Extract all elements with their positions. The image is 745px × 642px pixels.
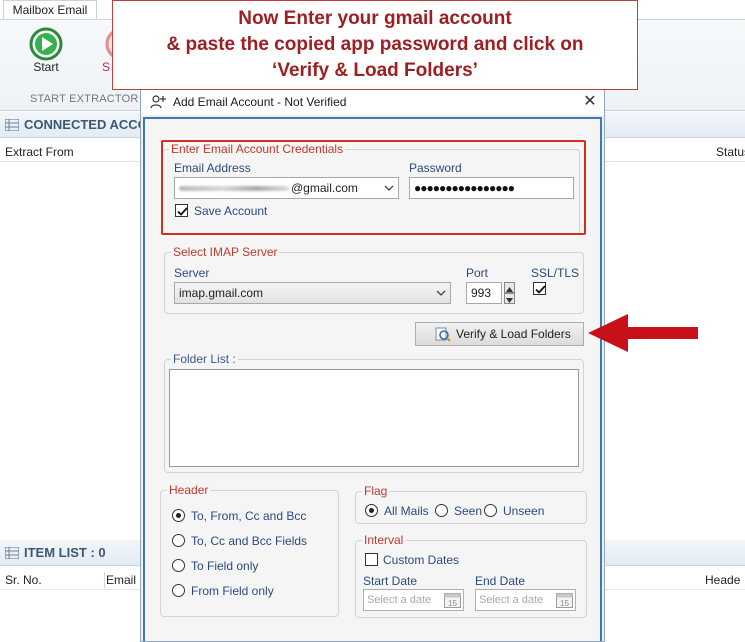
verify-load-folders-button[interactable]: Verify & Load Folders — [415, 322, 584, 346]
verify-search-icon — [435, 327, 451, 342]
arrow-down-icon — [506, 298, 513, 303]
tab-mailbox-email[interactable]: Mailbox Email — [3, 0, 97, 20]
calendar-icon[interactable]: 15 — [556, 592, 573, 608]
radio-label: Seen — [454, 504, 483, 518]
flag-group-title: Flag — [362, 484, 390, 498]
interval-group-title: Interval — [362, 533, 406, 547]
radio-all-mails[interactable] — [365, 504, 378, 517]
end-date-label: End Date — [475, 574, 526, 588]
checkmark-icon — [535, 285, 546, 294]
imap-group-title: Select IMAP Server — [171, 245, 280, 259]
start-date-placeholder: Select a date — [367, 594, 432, 606]
start-button[interactable] — [28, 26, 64, 62]
radio-to-field-only[interactable] — [172, 559, 185, 572]
port-increment-button[interactable] — [504, 282, 515, 293]
connected-accounts-title: CONNECTED ACCO — [24, 117, 148, 132]
header-group: Header To, From, Cc and Bcc To, Cc and B… — [160, 483, 339, 617]
radio-label: To, Cc and Bcc Fields — [191, 534, 308, 548]
port-decrement-button[interactable] — [504, 293, 515, 304]
start-label: Start — [33, 60, 59, 74]
add-user-icon — [150, 95, 166, 109]
radio-to-cc-bcc[interactable] — [172, 534, 185, 547]
column-status[interactable]: Status — [711, 142, 745, 162]
flag-group: Flag All Mails Seen Unseen — [355, 484, 587, 524]
list-icon — [5, 547, 19, 559]
port-field[interactable]: 993 — [466, 282, 502, 304]
interval-group: Interval Custom Dates Start Date End Dat… — [355, 533, 587, 618]
start-date-picker[interactable]: Select a date 15 — [363, 589, 464, 611]
custom-dates-label: Custom Dates — [383, 553, 460, 567]
ssl-tls-checkbox[interactable] — [533, 282, 546, 295]
radio-label: To, From, Cc and Bcc — [191, 509, 307, 523]
port-label: Port — [466, 266, 489, 280]
list-icon — [5, 119, 19, 131]
calendar-icon[interactable]: 15 — [444, 592, 461, 608]
chevron-down-icon[interactable] — [436, 287, 446, 299]
server-label: Server — [174, 266, 210, 280]
radio-to-from-cc-bcc[interactable] — [172, 509, 185, 522]
server-select[interactable]: imap.gmail.com — [174, 282, 451, 304]
callout-line-2: & paste the copied app password and clic… — [166, 34, 584, 55]
folder-list-group: Folder List : — [164, 352, 584, 473]
calendar-day: 15 — [560, 599, 569, 608]
item-list-title: ITEM LIST : 0 — [24, 545, 106, 560]
radio-seen[interactable] — [435, 504, 448, 517]
credentials-highlight — [161, 140, 586, 235]
start-date-label: Start Date — [363, 574, 418, 588]
radio-label: From Field only — [191, 584, 274, 598]
radio-label: All Mails — [384, 504, 429, 518]
radio-unseen[interactable] — [484, 504, 497, 517]
pointer-arrow-icon — [588, 314, 698, 352]
end-date-placeholder: Select a date — [479, 594, 544, 606]
column-header[interactable]: Heade — [700, 570, 740, 590]
folder-list-title: Folder List : — [171, 352, 238, 366]
close-button[interactable]: ✕ — [579, 91, 601, 113]
server-value: imap.gmail.com — [179, 286, 264, 300]
imap-server-group: Select IMAP Server Server imap.gmail.com… — [164, 245, 584, 314]
column-email[interactable]: Email — [101, 570, 136, 590]
instruction-callout: Now Enter your gmail account & paste the… — [112, 0, 638, 90]
callout-line-1: Now Enter your gmail account — [238, 8, 512, 29]
end-date-picker[interactable]: Select a date 15 — [475, 589, 576, 611]
radio-label: Unseen — [503, 504, 545, 518]
callout-line-3: ‘Verify & Load Folders’ — [272, 60, 478, 81]
column-sr-no[interactable]: Sr. No. — [0, 570, 42, 590]
folder-list-box[interactable] — [169, 369, 579, 467]
radio-label: To Field only — [191, 559, 259, 573]
header-group-title: Header — [167, 483, 211, 497]
radio-from-field-only[interactable] — [172, 584, 185, 597]
calendar-day: 15 — [448, 599, 457, 608]
ssl-tls-label: SSL/TLS — [531, 266, 580, 280]
dialog-title: Add Email Account - Not Verified — [173, 95, 347, 109]
column-extract-from[interactable]: Extract From — [0, 142, 74, 162]
close-icon: ✕ — [583, 93, 597, 110]
dialog-titlebar[interactable]: Add Email Account - Not Verified ✕ — [141, 89, 604, 115]
custom-dates-checkbox[interactable] — [365, 553, 378, 566]
ribbon-group-label: START EXTRACTOR — [30, 93, 139, 105]
play-icon — [29, 27, 63, 61]
verify-button-label: Verify & Load Folders — [456, 327, 571, 341]
